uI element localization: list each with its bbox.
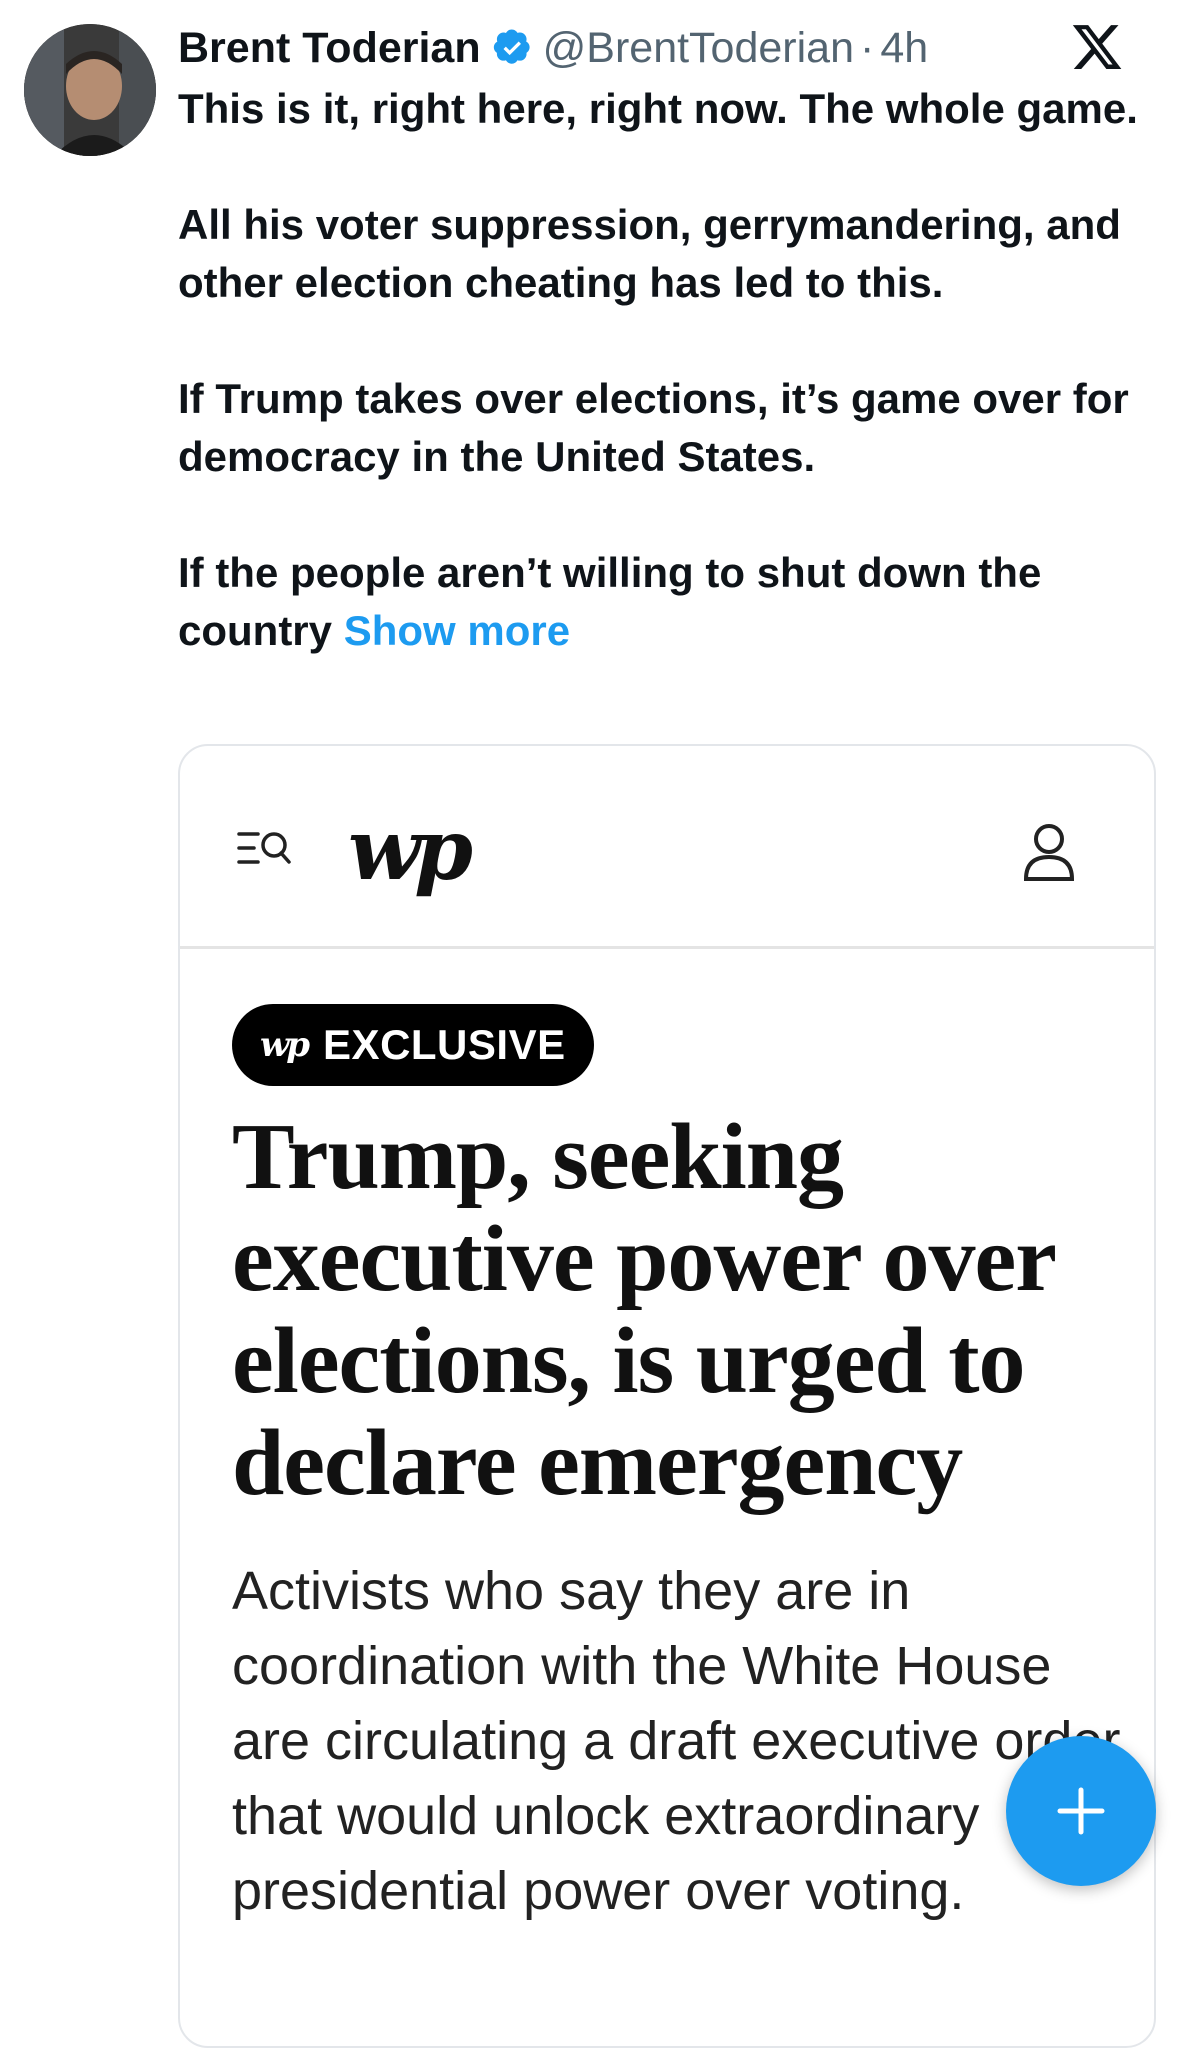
verified-badge-icon [493, 29, 530, 64]
tweet-timestamp[interactable]: 4h [880, 24, 928, 73]
tweet-paragraph: If Trump takes over elections, it’s game… [178, 375, 1129, 480]
show-more-link[interactable]: Show more [344, 607, 570, 654]
account-icon[interactable] [1022, 822, 1076, 882]
menu-search-icon[interactable] [236, 826, 292, 872]
wp-logo[interactable]: wp [348, 800, 473, 899]
exclusive-badge: wp EXCLUSIVE [232, 1004, 594, 1086]
author-name[interactable]: Brent Toderian [178, 24, 481, 73]
tweet-paragraph: If the people aren’t willing to shut dow… [178, 544, 1158, 660]
article-card[interactable]: wp wp EXCLUSIVE Trump, seeking executive… [178, 744, 1156, 2048]
article-headline: Trump, seeking executive power over elec… [232, 1105, 1055, 1515]
article-deck: Activists who say they are in coordinati… [232, 1561, 1121, 1921]
tweet-header: Brent Toderian @BrentToderian · 4h [178, 18, 1138, 78]
author-avatar[interactable] [24, 24, 156, 156]
author-handle[interactable]: @BrentToderian [543, 24, 854, 73]
article-site-header: wp [180, 746, 1154, 949]
badge-wp-logo: wp [260, 1025, 310, 1065]
compose-button[interactable] [1006, 1736, 1156, 1886]
badge-label: EXCLUSIVE [323, 1021, 566, 1068]
tweet-paragraph: All his voter suppression, gerrymanderin… [178, 201, 1121, 306]
tweet-paragraph: This is it, right here, right now. The w… [178, 85, 1138, 132]
tweet-paragraph-text: If the people aren’t willing to shut dow… [178, 549, 1042, 654]
x-logo-icon [1072, 25, 1122, 69]
tweet-body: This is it, right here, right now. The w… [178, 80, 1158, 660]
meta-separator: · [860, 23, 875, 72]
plus-icon [1057, 1787, 1105, 1835]
